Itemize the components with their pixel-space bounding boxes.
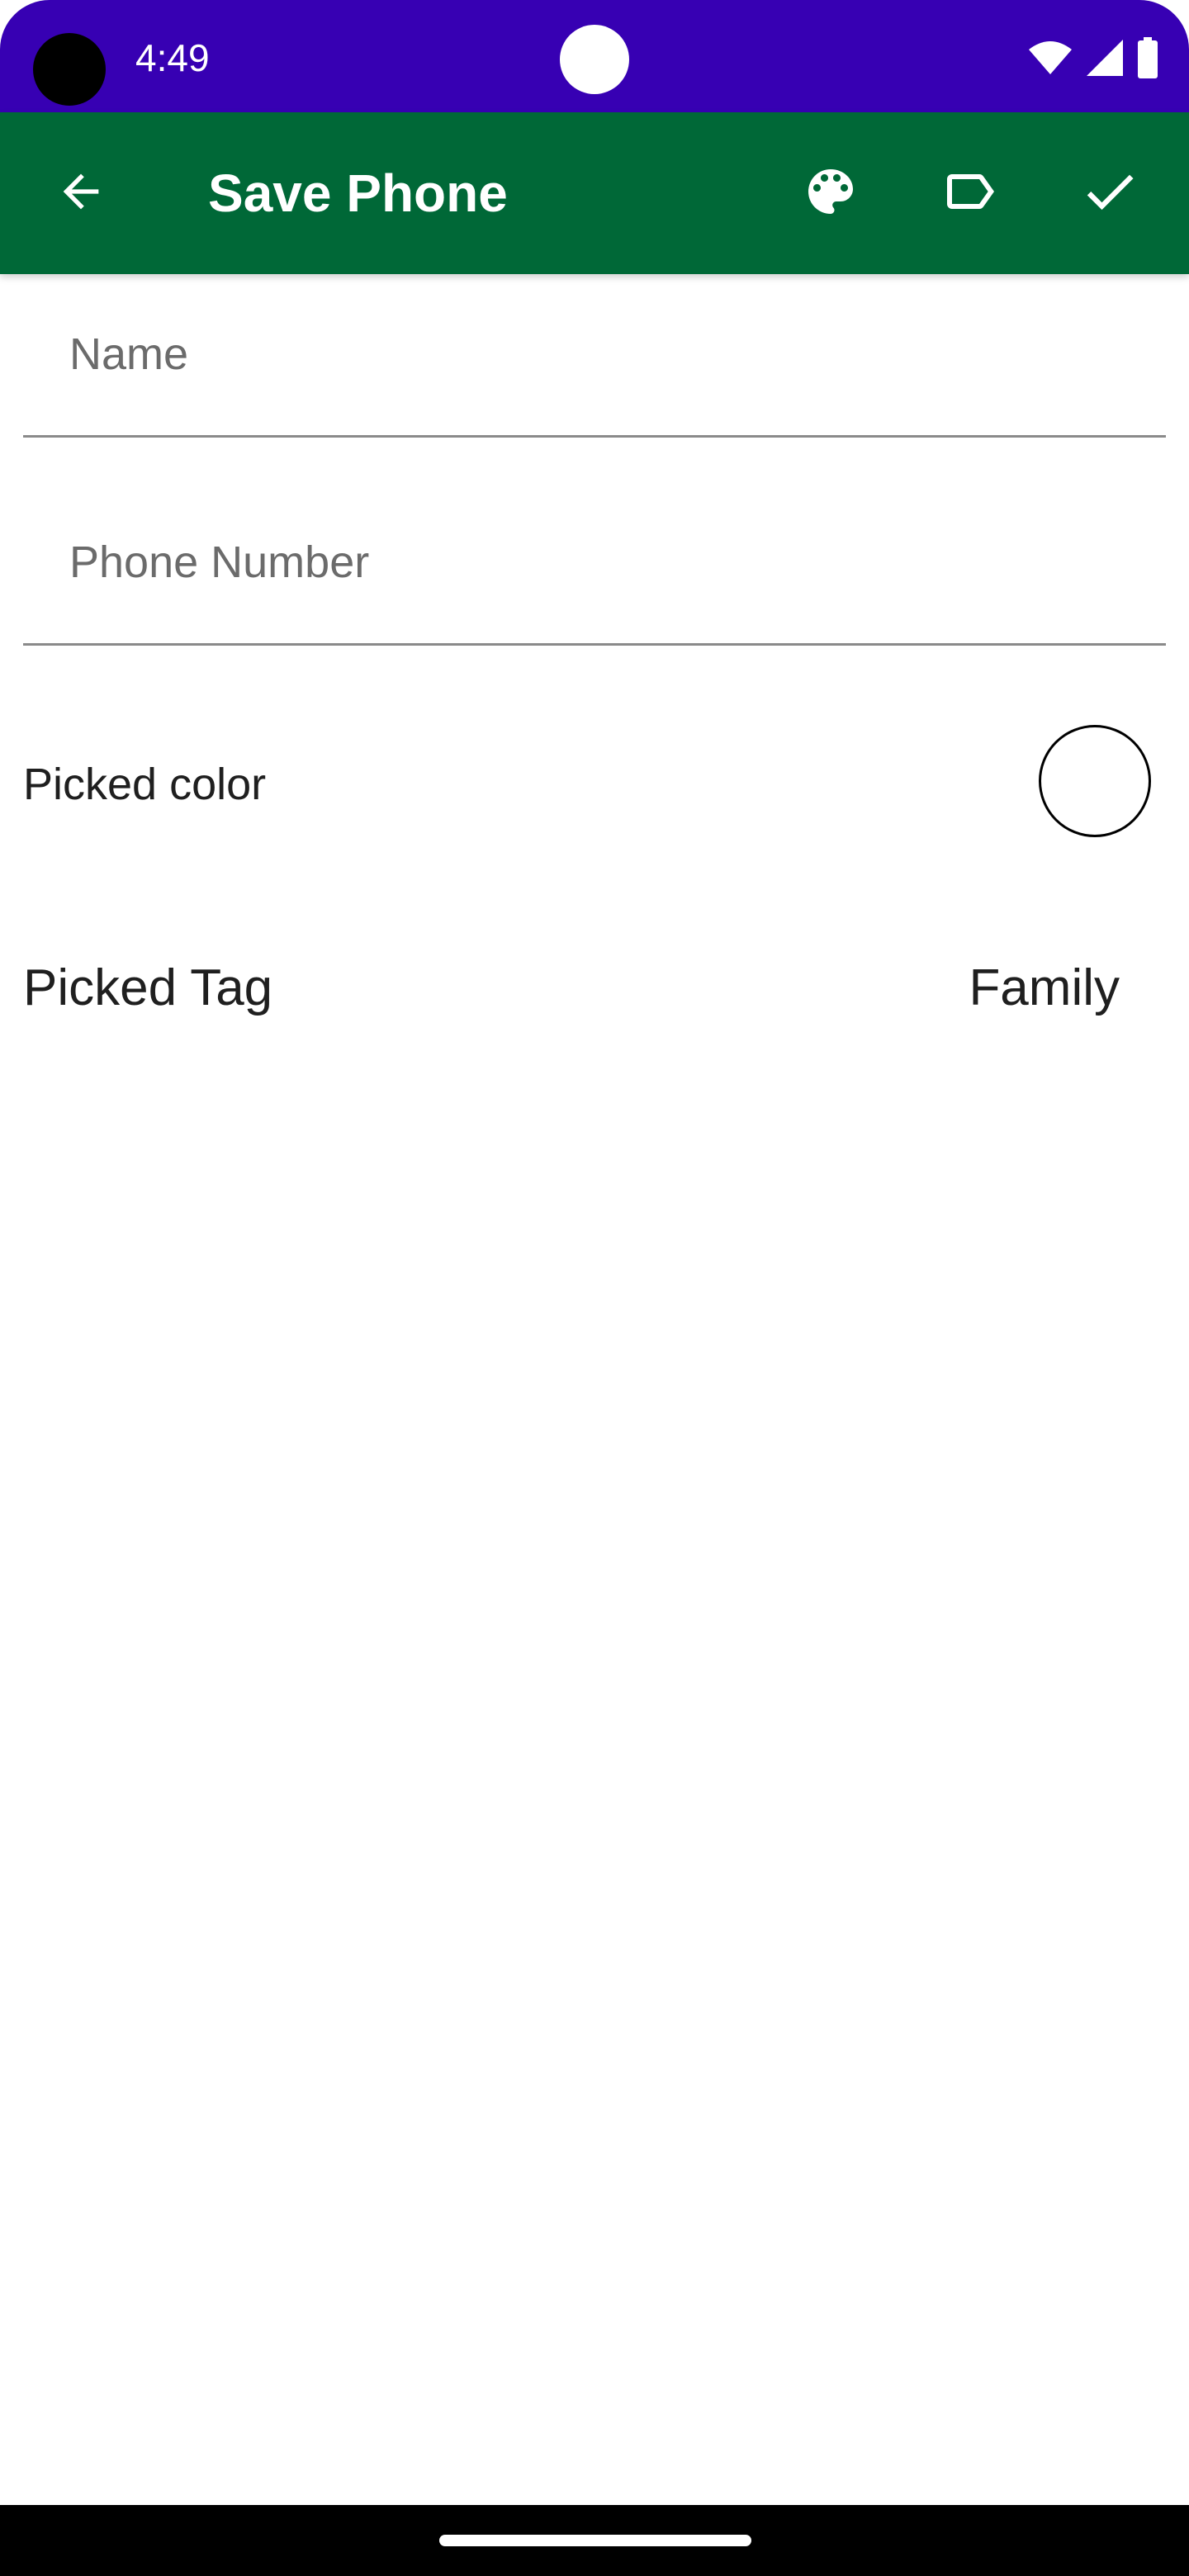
wifi-icon xyxy=(1027,40,1073,76)
pick-color-button[interactable] xyxy=(781,144,880,243)
page-title: Save Phone xyxy=(208,163,508,223)
label-icon xyxy=(940,162,999,225)
name-underline xyxy=(23,435,1166,438)
phone-number-input[interactable] xyxy=(23,482,1166,642)
picked-color-swatch[interactable] xyxy=(1039,725,1151,837)
home-gesture-handle[interactable] xyxy=(439,2535,751,2546)
name-field-container xyxy=(23,274,1166,438)
name-input[interactable] xyxy=(23,274,1166,434)
navigation-bar xyxy=(0,2505,1189,2576)
save-button[interactable] xyxy=(1060,144,1159,243)
arrow-back-icon xyxy=(54,165,107,222)
picked-color-label: Picked color xyxy=(23,760,267,809)
picked-tag-label: Picked Tag xyxy=(23,959,273,1016)
status-icons xyxy=(1027,33,1159,83)
battery-icon xyxy=(1136,37,1159,78)
status-bar: 4:49 xyxy=(0,0,1189,112)
signal-icon xyxy=(1085,38,1125,78)
save-phone-screen: 4:49 Save Phone Name Phone Number Picked… xyxy=(0,0,1189,2576)
phone-underline xyxy=(23,643,1166,646)
notification-dot-icon xyxy=(560,25,629,94)
app-bar: Save Phone xyxy=(0,112,1189,274)
status-time: 4:49 xyxy=(135,36,210,79)
back-button[interactable] xyxy=(31,144,130,243)
pick-tag-button[interactable] xyxy=(920,144,1019,243)
palette-icon xyxy=(801,162,860,225)
check-icon xyxy=(1078,160,1141,227)
picked-tag-value[interactable]: Family xyxy=(969,958,1120,1019)
phone-field-container xyxy=(23,482,1166,646)
camera-cutout xyxy=(33,33,106,106)
